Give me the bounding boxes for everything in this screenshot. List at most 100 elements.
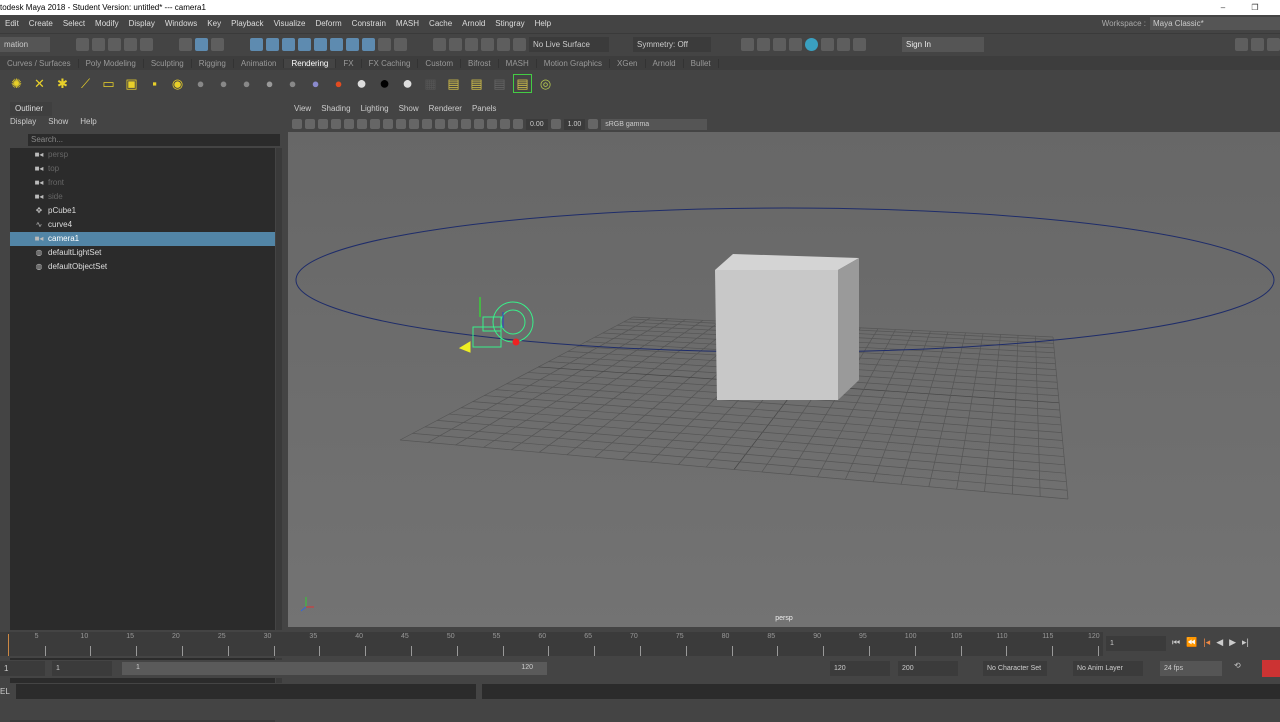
- viewport-menu-renderer[interactable]: Renderer: [429, 104, 462, 113]
- viewport-menu-lighting[interactable]: Lighting: [361, 104, 389, 113]
- outliner-menu-show[interactable]: Show: [48, 117, 68, 127]
- shader-white-icon[interactable]: ●: [399, 73, 416, 93]
- shelf-tab-curves-surfaces[interactable]: Curves / Surfaces: [0, 58, 79, 68]
- shelf-tab-motion-graphics[interactable]: Motion Graphics: [537, 58, 611, 68]
- outliner-item[interactable]: ■◂ top: [10, 162, 275, 176]
- grease-pencil-icon[interactable]: [344, 119, 354, 129]
- menu-mash[interactable]: MASH: [391, 19, 424, 28]
- ipr-render-icon[interactable]: [773, 37, 786, 51]
- menu-cache[interactable]: Cache: [424, 19, 457, 28]
- ambient-occlusion-icon[interactable]: [474, 119, 484, 129]
- texture-icon[interactable]: ▦: [422, 75, 439, 92]
- help-icon[interactable]: [362, 37, 375, 51]
- outliner-menu-help[interactable]: Help: [80, 117, 96, 127]
- snap-view-plane-icon[interactable]: [314, 37, 327, 51]
- ramp-shader-icon[interactable]: ●: [330, 75, 347, 92]
- light-editor-icon[interactable]: [837, 37, 850, 51]
- undo-icon[interactable]: [124, 37, 137, 51]
- snap-options-icon[interactable]: [346, 37, 359, 51]
- go-to-start-icon[interactable]: ⏮: [1172, 637, 1180, 648]
- xray-icon[interactable]: [487, 119, 497, 129]
- menu-help[interactable]: Help: [530, 19, 556, 28]
- outliner-item[interactable]: ■◂ persp: [10, 148, 275, 162]
- outliner-item[interactable]: ◍ defaultLightSet: [10, 246, 275, 260]
- history-icon[interactable]: [433, 37, 446, 51]
- outliner-item[interactable]: ∿ curve4: [10, 218, 275, 232]
- gamma-field[interactable]: 1.00: [563, 118, 586, 130]
- resolution-gate-icon[interactable]: [383, 119, 393, 129]
- shelf-tab-fx[interactable]: FX: [336, 58, 362, 68]
- textured-icon[interactable]: [435, 119, 445, 129]
- bookmark-icon[interactable]: [318, 119, 328, 129]
- outliner-item[interactable]: ✥ pCube1: [10, 204, 275, 218]
- menu-edit[interactable]: Edit: [0, 19, 24, 28]
- render-layers-icon[interactable]: ▤: [445, 75, 462, 92]
- shader-lambert-icon[interactable]: ●: [238, 75, 255, 92]
- viewport-menu-view[interactable]: View: [294, 104, 311, 113]
- playback-start-field[interactable]: 1: [52, 661, 112, 676]
- outliner-item[interactable]: ■◂ front: [10, 176, 275, 190]
- menu-select[interactable]: Select: [58, 19, 90, 28]
- menu-arnold[interactable]: Arnold: [457, 19, 490, 28]
- menuset-dropdown[interactable]: mation: [0, 36, 50, 52]
- film-gate-icon[interactable]: [370, 119, 380, 129]
- animation-end-field[interactable]: 200: [898, 661, 958, 676]
- symmetry-dropdown[interactable]: Symmetry: Off: [633, 36, 711, 52]
- outliner-vertical-scrollbar[interactable]: [276, 148, 282, 713]
- menu-create[interactable]: Create: [24, 19, 58, 28]
- point-light-icon[interactable]: ✱: [54, 75, 71, 92]
- menu-deform[interactable]: Deform: [310, 19, 346, 28]
- time-ruler[interactable]: 5 10 15 20 25 30 35 40 45 50 55 60 65 70 75 80 85 90 95 100…: [0, 632, 1103, 656]
- time-slider[interactable]: 5 10 15 20 25 30 35 40 45 50 55 60 65 70 75 80 85 90 95 100…: [0, 630, 1280, 658]
- gamma-icon[interactable]: [550, 119, 561, 129]
- render-setup-icon[interactable]: [821, 37, 834, 51]
- menu-key[interactable]: Key: [202, 19, 226, 28]
- surface-shader-icon[interactable]: ●: [353, 73, 370, 93]
- step-back-key-icon[interactable]: ⏪: [1186, 637, 1197, 648]
- shelf-tab-bullet[interactable]: Bullet: [684, 58, 719, 68]
- render-remove-icon[interactable]: ▤: [468, 75, 485, 92]
- shelf-tab-fx-caching[interactable]: FX Caching: [362, 58, 419, 68]
- viewport-menu-panels[interactable]: Panels: [472, 104, 496, 113]
- render-target-icon[interactable]: ◎: [537, 75, 554, 92]
- select-component-icon[interactable]: [211, 37, 224, 51]
- lasso5-icon[interactable]: [513, 37, 526, 51]
- spot-light-icon[interactable]: ⟋: [77, 75, 94, 92]
- render-disabled-icon[interactable]: ▤: [491, 75, 508, 92]
- snap-curve-icon[interactable]: [266, 37, 279, 51]
- lock-icon[interactable]: [378, 37, 391, 51]
- range-slider[interactable]: 1 120: [122, 662, 547, 675]
- render-settings-icon[interactable]: [789, 37, 802, 51]
- wireframe-icon[interactable]: [409, 119, 419, 129]
- lights-icon[interactable]: [448, 119, 458, 129]
- outliner-item[interactable]: ■◂ camera1: [10, 232, 275, 246]
- character-controls-icon[interactable]: [1251, 37, 1264, 51]
- use-background-icon[interactable]: ●: [376, 73, 393, 93]
- workspace-selector[interactable]: Workspace : Maya Classic*: [1102, 17, 1280, 30]
- sign-in-button[interactable]: Sign In: [902, 36, 984, 52]
- color-space-dropdown[interactable]: sRGB gamma: [601, 118, 708, 130]
- outliner-item[interactable]: ■◂ side: [10, 190, 275, 204]
- playhead[interactable]: [8, 634, 9, 656]
- menu-visualize[interactable]: Visualize: [269, 19, 311, 28]
- outliner-tab[interactable]: Outliner: [10, 102, 52, 116]
- shelf-tab-animation[interactable]: Animation: [234, 58, 285, 68]
- snap-grid-icon[interactable]: [250, 37, 263, 51]
- command-input[interactable]: [16, 684, 476, 699]
- shader-blinn-icon[interactable]: ●: [215, 75, 232, 92]
- area-light-icon[interactable]: ▭: [100, 75, 117, 92]
- exposure-field[interactable]: 0.00: [526, 118, 548, 130]
- lasso2-icon[interactable]: [465, 37, 478, 51]
- outliner-item[interactable]: ◍ defaultObjectSet: [10, 260, 275, 274]
- restore-button[interactable]: ❐: [1240, 0, 1270, 15]
- safe-action-icon[interactable]: [396, 119, 406, 129]
- character-set-dropdown[interactable]: No Character Set: [983, 661, 1047, 676]
- smooth-shade-icon[interactable]: [422, 119, 432, 129]
- loop-icon[interactable]: ⟲: [1234, 661, 1241, 670]
- select-object-icon[interactable]: [195, 37, 208, 51]
- modeling-toolkit-icon[interactable]: [1235, 37, 1248, 51]
- ambient-light-icon[interactable]: ✺: [8, 75, 25, 92]
- step-forward-icon[interactable]: ▸|: [1242, 637, 1249, 648]
- menu-stingray[interactable]: Stingray: [490, 19, 529, 28]
- lasso-icon[interactable]: [449, 37, 462, 51]
